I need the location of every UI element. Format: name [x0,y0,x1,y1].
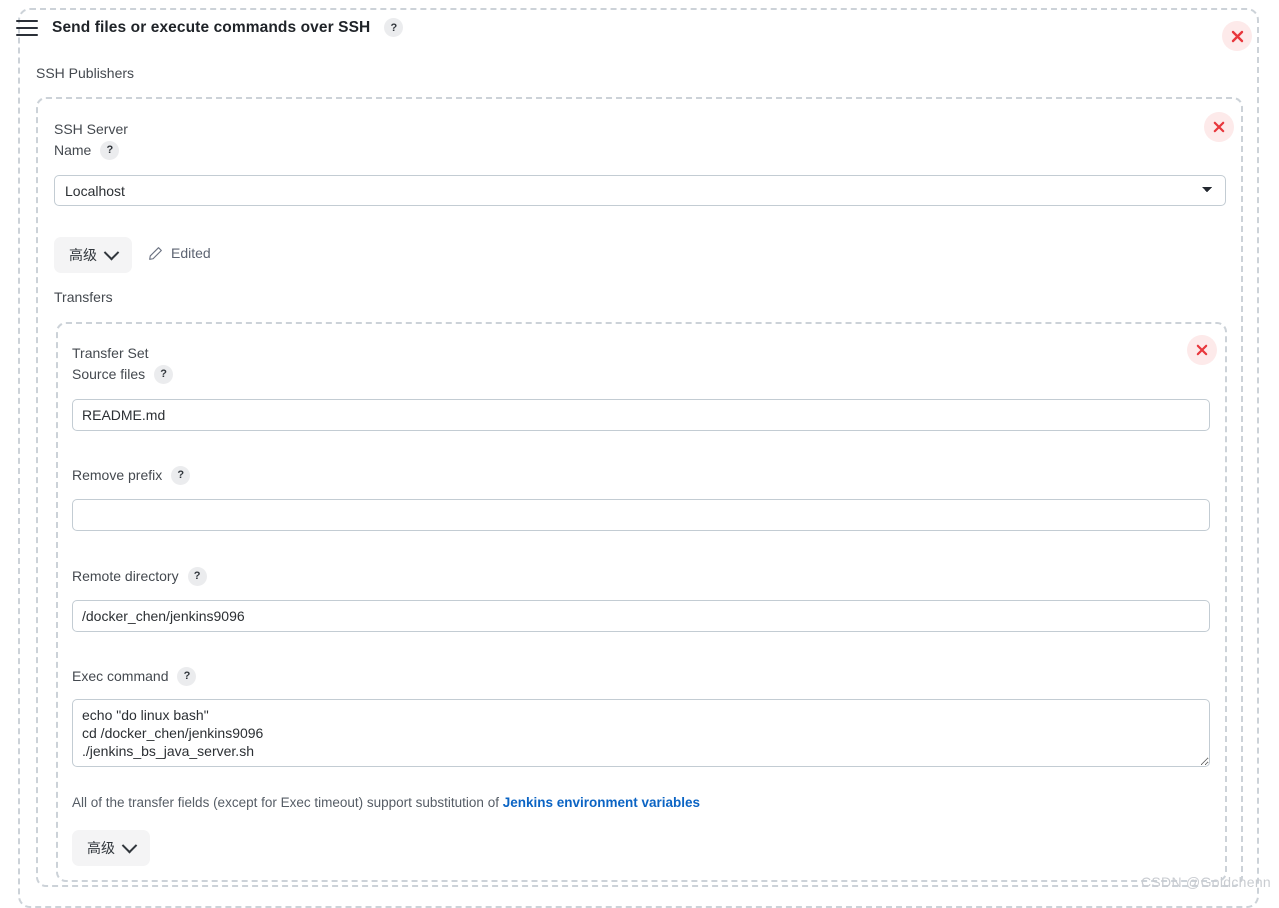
ssh-server-advanced-button[interactable]: 高级 [54,237,132,273]
hamburger-icon[interactable] [16,19,38,36]
edited-indicator: Edited [148,245,211,261]
exec-command-label: Exec command [72,668,169,684]
remove-prefix-input[interactable] [72,499,1210,531]
source-files-label: Source files ? [72,364,174,385]
environment-variables-note: All of the transfer fields (except for E… [72,795,700,810]
watermark: CSDN @Goldchenn [1141,874,1271,890]
header-help-icon[interactable]: ? [384,18,404,37]
ssh-publisher-page: Send files or execute commands over SSH … [0,0,1279,908]
ssh-server-title-line2: Name [54,142,92,158]
delete-transfer-set-button[interactable] [1187,335,1217,365]
transfer-set-title: Transfer Set Source files ? [72,343,174,385]
transfer-set-advanced-button[interactable]: 高级 [72,830,150,866]
close-icon [1231,30,1243,42]
remote-directory-input[interactable] [72,600,1210,632]
panel-header: Send files or execute commands over SSH … [16,18,404,37]
exec-command-textarea[interactable] [72,699,1210,767]
exec-command-help-icon[interactable]: ? [177,667,197,686]
source-files-input[interactable] [72,399,1210,431]
remote-directory-label-row: Remote directory ? [72,566,207,587]
delete-ssh-server-button[interactable] [1204,112,1234,142]
remove-prefix-label-row: Remove prefix ? [72,465,191,486]
ssh-server-help-icon[interactable]: ? [100,141,120,160]
ssh-server-title: SSH Server Name ? [54,119,128,161]
remote-directory-help-icon[interactable]: ? [187,567,207,586]
remove-prefix-help-icon[interactable]: ? [171,466,191,485]
note-text: All of the transfer fields (except for E… [72,795,503,810]
chevron-down-icon [103,244,120,260]
source-files-help-icon[interactable]: ? [154,365,174,384]
page-title: Send files or execute commands over SSH [52,18,371,36]
close-icon [1196,344,1208,356]
transfers-label: Transfers [54,289,113,305]
transfer-set-advanced-label: 高级 [87,840,115,856]
ssh-server-title-line1: SSH Server [54,121,128,137]
pencil-icon [149,246,162,260]
jenkins-env-variables-link[interactable]: Jenkins environment variables [503,795,700,810]
remote-directory-label: Remote directory [72,568,179,584]
exec-command-label-row: Exec command ? [72,666,197,687]
chevron-down-icon [121,837,138,853]
ssh-publishers-label: SSH Publishers [36,65,135,81]
close-panel-button[interactable] [1222,21,1252,51]
ssh-server-name-select[interactable]: Localhost [54,175,1226,206]
ssh-server-advanced-label: 高级 [69,247,97,263]
edited-label: Edited [171,245,211,261]
transfer-set-title-line1: Transfer Set [72,345,149,361]
remove-prefix-label: Remove prefix [72,467,163,483]
close-icon [1213,121,1225,133]
transfer-set-title-line2: Source files [72,366,146,382]
ssh-server-name-label: Name ? [54,140,128,161]
